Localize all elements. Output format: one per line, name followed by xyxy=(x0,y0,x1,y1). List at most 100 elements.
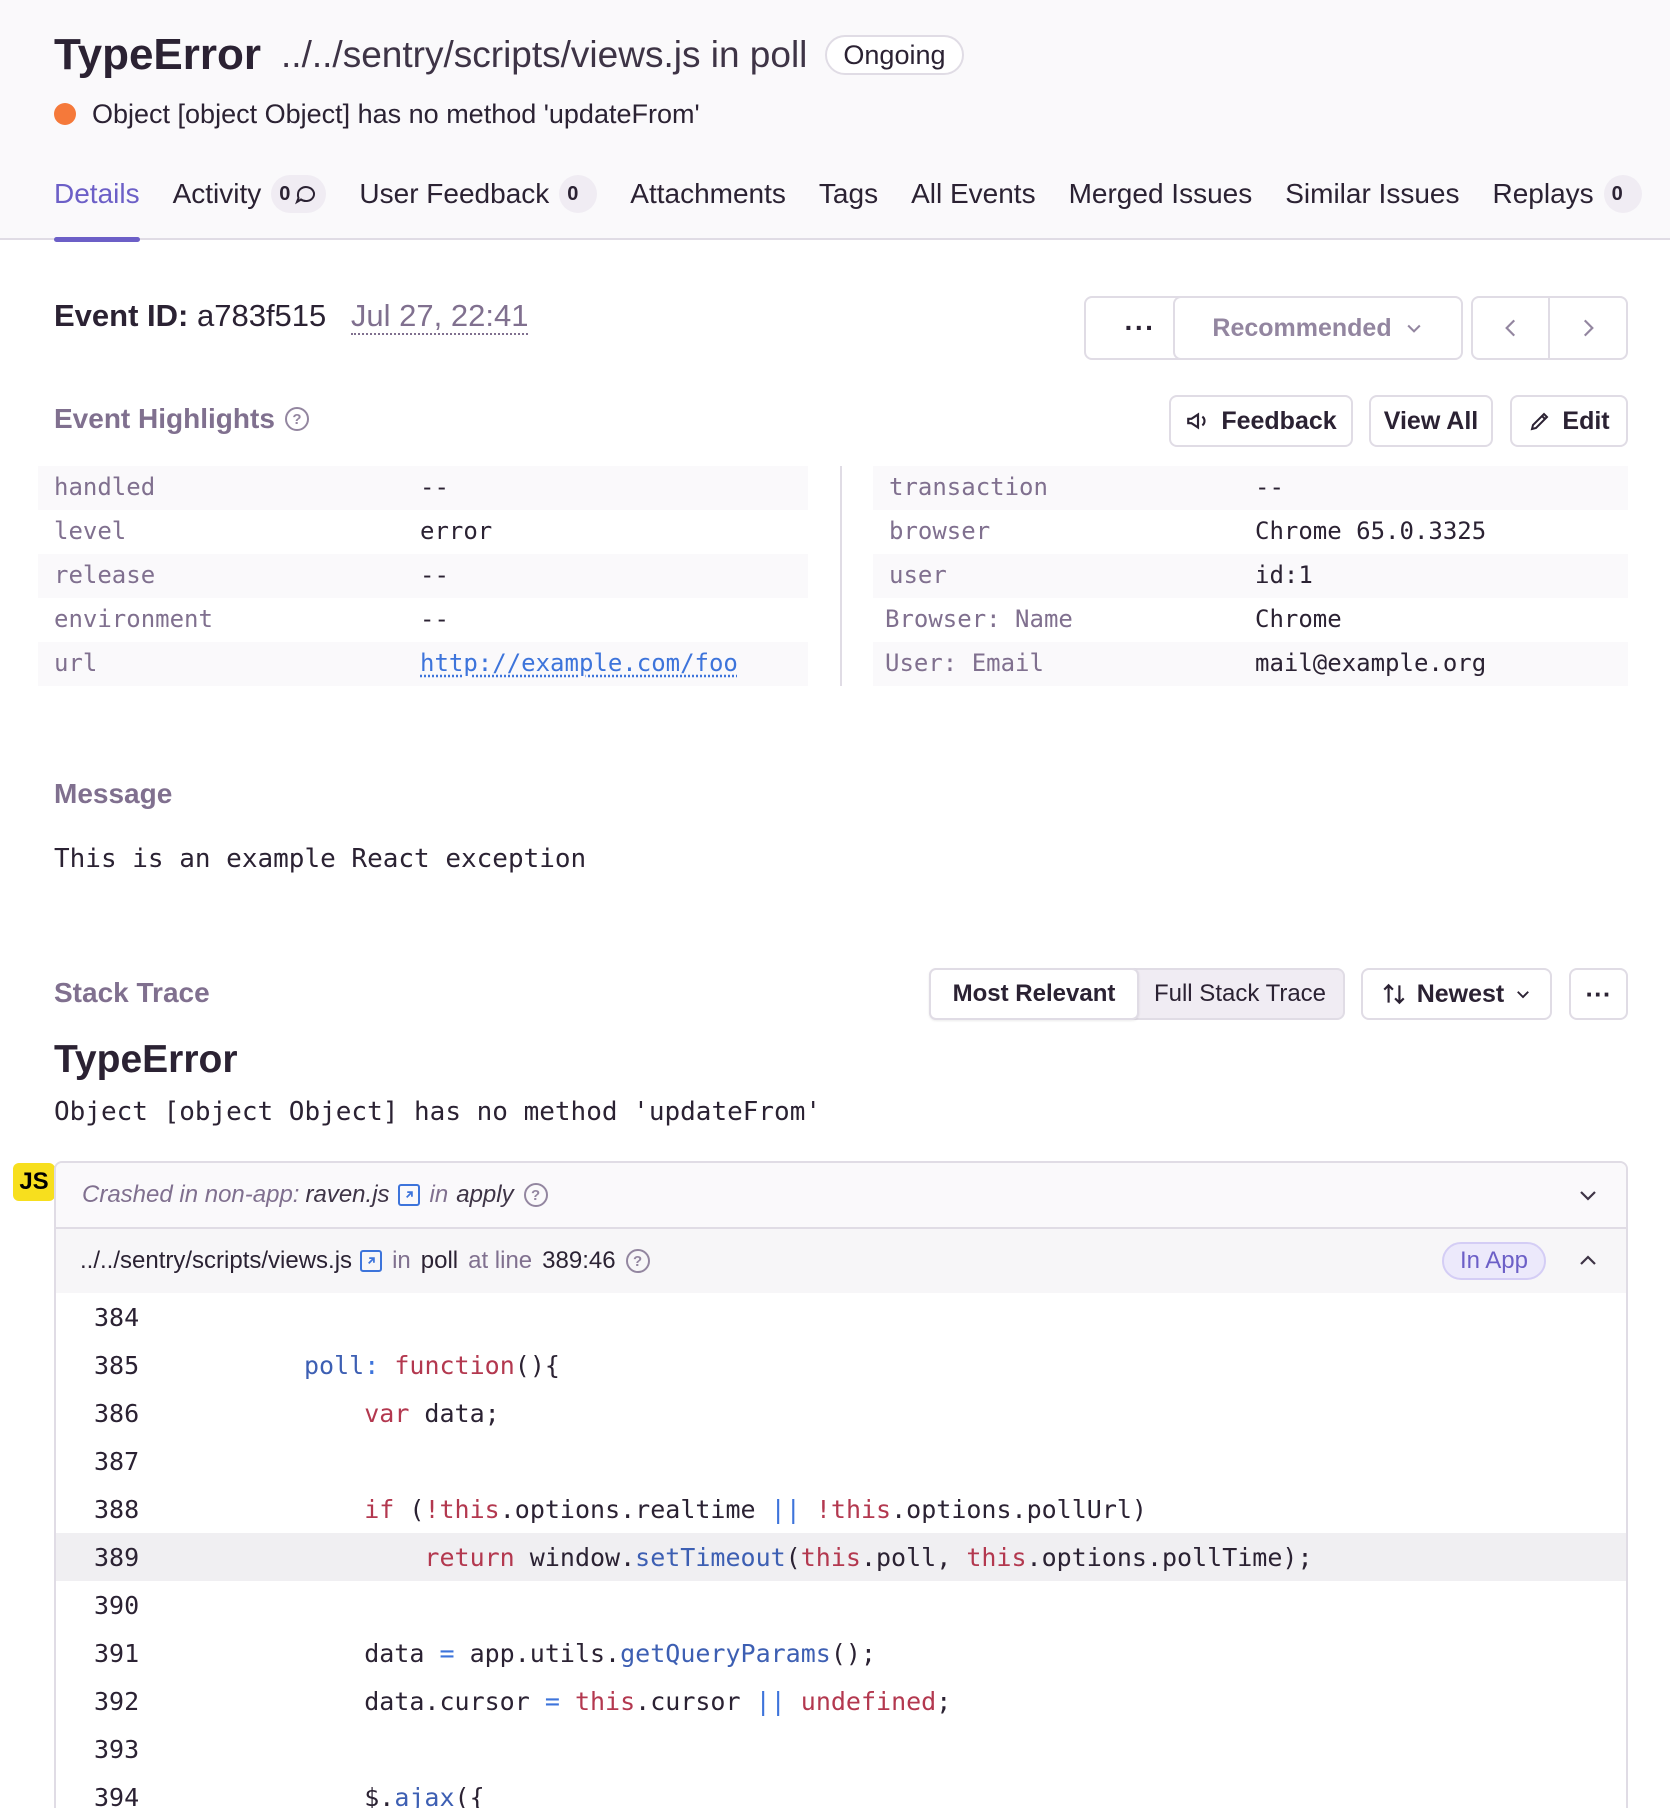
message-text: This is an example React exception xyxy=(54,844,587,874)
code-line: 390 xyxy=(56,1581,1626,1629)
url-link[interactable]: http://example.com/foo xyxy=(420,649,738,677)
sort-icon xyxy=(1383,983,1405,1005)
stack-view-toggle: Most Relevant Full Stack Trace xyxy=(929,968,1345,1020)
tab-all-events[interactable]: All Events xyxy=(911,170,1036,240)
stack-trace-title: Stack Trace xyxy=(54,977,210,1008)
code-line: 392 data.cursor = this.cursor || undefin… xyxy=(56,1677,1626,1725)
line-number: 387 xyxy=(94,1447,140,1476)
sort-dropdown[interactable]: Newest xyxy=(1361,968,1552,1020)
recommended-dropdown[interactable]: Recommended xyxy=(1173,296,1463,360)
replays-count: 0 xyxy=(1603,175,1642,213)
line-source: if (!this.options.realtime || !this.opti… xyxy=(364,1495,1147,1524)
issue-subtitle: Object [object Object] has no method 'up… xyxy=(54,96,700,132)
line-number: 385 xyxy=(94,1351,140,1380)
line-number: 392 xyxy=(94,1687,140,1716)
comment-icon xyxy=(295,186,316,205)
line-number: 386 xyxy=(94,1399,140,1428)
status-badge: Ongoing xyxy=(825,35,964,75)
stack-more-button[interactable]: ··· xyxy=(1569,968,1628,1020)
tab-replays[interactable]: Replays 0 xyxy=(1492,170,1642,240)
help-icon[interactable]: ? xyxy=(523,1183,548,1207)
tab-user-feedback[interactable]: User Feedback 0 xyxy=(359,170,598,240)
event-id: Event ID: a783f515 Jul 27, 22:41 xyxy=(54,298,529,335)
highlight-row: release -- xyxy=(38,554,808,598)
in-app-badge: In App xyxy=(1441,1242,1546,1280)
code-line: 393 xyxy=(56,1725,1626,1773)
pencil-icon xyxy=(1531,412,1549,431)
previous-event-button[interactable] xyxy=(1471,296,1550,360)
line-number: 388 xyxy=(94,1495,140,1524)
code-line: 387 xyxy=(56,1437,1626,1485)
issue-tabs: Details Activity 0 User Feedback 0 Attac… xyxy=(54,170,1670,242)
line-source: data.cursor = this.cursor || undefined; xyxy=(304,1687,952,1716)
issue-location: ../../sentry/scripts/views.js in poll xyxy=(281,34,808,75)
tab-tags[interactable]: Tags xyxy=(819,170,878,240)
line-number: 390 xyxy=(94,1591,140,1620)
user-feedback-count: 0 xyxy=(559,175,598,213)
issue-title-row: TypeError ../../sentry/scripts/views.js … xyxy=(54,28,964,82)
chevron-down-icon[interactable] xyxy=(1576,1183,1600,1207)
tab-merged-issues[interactable]: Merged Issues xyxy=(1069,170,1253,240)
highlight-row: browser Chrome 65.0.3325 xyxy=(889,517,1487,545)
event-date[interactable]: Jul 27, 22:41 xyxy=(350,298,529,335)
activity-count: 0 xyxy=(271,175,327,213)
tab-similar-issues[interactable]: Similar Issues xyxy=(1285,170,1459,240)
line-source: var data; xyxy=(364,1399,500,1428)
view-all-button[interactable]: View All xyxy=(1369,395,1493,447)
help-icon[interactable]: ? xyxy=(625,1249,650,1273)
highlight-row: Browser: Name Chrome xyxy=(885,605,1342,633)
edit-button[interactable]: Edit xyxy=(1510,395,1628,447)
chevron-down-icon xyxy=(1407,324,1421,333)
chevron-right-icon xyxy=(1583,319,1594,337)
tab-details[interactable]: Details xyxy=(54,170,140,242)
line-source: poll: function(){ xyxy=(304,1351,560,1380)
issue-header: TypeError ../../sentry/scripts/views.js … xyxy=(0,0,1670,242)
tab-attachments[interactable]: Attachments xyxy=(630,170,786,240)
message-title: Message xyxy=(54,778,173,809)
code-line: 389 return window.setTimeout(this.poll, … xyxy=(56,1533,1626,1581)
code-context: 384 385 poll: function(){ 386 var data; 387 3… xyxy=(56,1293,1626,1808)
exception-type: TypeError xyxy=(54,1038,238,1081)
highlight-row: environment -- xyxy=(54,605,449,633)
code-line: 391 data = app.utils.getQueryParams(); xyxy=(56,1629,1626,1677)
full-stack-trace-option[interactable]: Full Stack Trace xyxy=(1137,970,1343,1018)
highlights-left-column: handled -- level error release -- environme… xyxy=(38,466,808,686)
external-link-icon[interactable] xyxy=(360,1250,383,1272)
help-icon[interactable]: ? xyxy=(284,407,309,431)
line-number: 389 xyxy=(94,1543,140,1572)
crashed-frame-summary[interactable]: Crashed in non-app: raven.js in apply ? xyxy=(56,1163,1626,1229)
next-event-button[interactable] xyxy=(1548,296,1628,360)
highlight-row: level error xyxy=(54,517,493,545)
megaphone-icon xyxy=(1187,412,1206,430)
chevron-down-icon xyxy=(1517,991,1530,999)
line-number: 384 xyxy=(94,1303,140,1332)
highlight-row: user id:1 xyxy=(873,554,1628,598)
feedback-button[interactable]: Feedback xyxy=(1169,395,1353,447)
stack-frames: Crashed in non-app: raven.js in apply ? … xyxy=(54,1161,1628,1808)
chevron-up-icon[interactable] xyxy=(1576,1249,1600,1273)
tab-activity[interactable]: Activity 0 xyxy=(173,170,327,240)
code-line: 385 poll: function(){ xyxy=(56,1341,1626,1389)
line-source: data = app.utils.getQueryParams(); xyxy=(304,1639,876,1668)
event-highlights-title: Event Highlights ? xyxy=(54,403,309,435)
issue-type: TypeError xyxy=(54,30,262,79)
highlight-row: handled -- xyxy=(38,466,808,510)
line-source: $.ajax({ xyxy=(304,1783,485,1808)
highlights-divider xyxy=(840,466,842,686)
level-indicator-icon xyxy=(54,103,76,125)
frame-header[interactable]: ../../sentry/scripts/views.js in poll at… xyxy=(56,1229,1626,1293)
external-link-icon[interactable] xyxy=(397,1184,420,1206)
most-relevant-option[interactable]: Most Relevant xyxy=(929,968,1139,1020)
highlights-right-column: transaction -- browser Chrome 65.0.3325 us… xyxy=(873,466,1628,686)
line-number: 391 xyxy=(94,1639,140,1668)
code-line: 394 $.ajax({ xyxy=(56,1773,1626,1808)
exception-message: Object [object Object] has no method 'up… xyxy=(54,1097,822,1127)
line-number: 394 xyxy=(94,1783,140,1808)
issue-message: Object [object Object] has no method 'up… xyxy=(92,98,700,129)
javascript-platform-icon: JS xyxy=(13,1163,55,1201)
code-line: 388 if (!this.options.realtime || !this.… xyxy=(56,1485,1626,1533)
code-line: 384 xyxy=(56,1293,1626,1341)
line-source: return window.setTimeout(this.poll, this… xyxy=(424,1543,1313,1572)
chevron-left-icon xyxy=(1504,319,1515,337)
highlight-row: transaction -- xyxy=(873,466,1628,510)
